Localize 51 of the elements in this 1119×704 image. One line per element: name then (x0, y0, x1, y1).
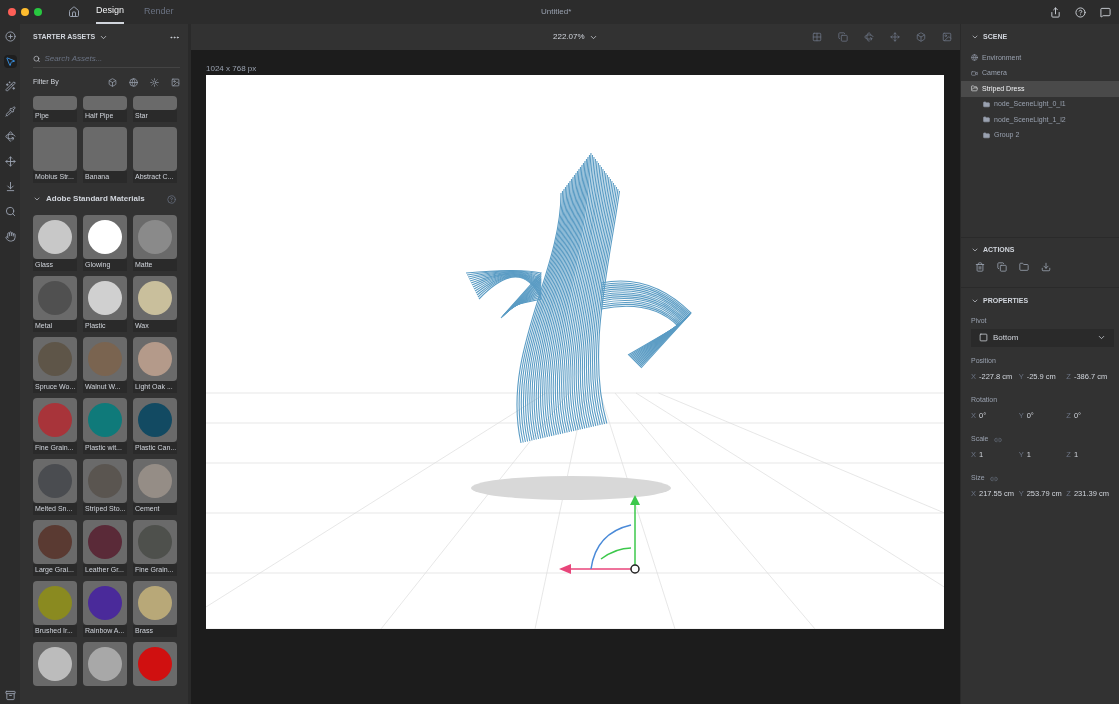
select-tool-icon[interactable] (3, 55, 17, 68)
trash-icon[interactable] (975, 262, 985, 272)
grid-icon[interactable] (812, 32, 822, 42)
folder-icon (983, 100, 990, 108)
chevron-icon[interactable] (33, 195, 41, 203)
search-icon (33, 54, 41, 63)
material-swatch[interactable] (33, 127, 77, 171)
home-icon[interactable] (68, 6, 80, 18)
orbit-tool-icon[interactable] (3, 130, 17, 143)
eyedropper-tool-icon[interactable] (3, 105, 17, 118)
chevron-icon[interactable] (971, 246, 979, 254)
search-icon[interactable] (3, 205, 17, 218)
sun-icon[interactable] (150, 77, 159, 87)
window-title: Untitled* (541, 6, 572, 18)
cube-icon[interactable] (108, 77, 117, 87)
material-swatch[interactable] (133, 96, 177, 110)
image-icon[interactable] (171, 77, 180, 87)
material-swatch[interactable] (83, 96, 127, 110)
camera-icon (971, 69, 978, 77)
duplicate-icon[interactable] (997, 262, 1007, 272)
add-tool-icon[interactable] (3, 30, 17, 43)
link-icon[interactable] (989, 474, 998, 483)
image-icon[interactable] (942, 32, 952, 42)
zoom-dropdown[interactable]: 222.07% (553, 31, 598, 43)
link-icon[interactable] (993, 435, 1002, 444)
folder-icon (983, 116, 990, 124)
chat-icon[interactable] (1100, 6, 1111, 18)
canvas-size-label: 1024 x 768 px (206, 64, 258, 75)
chevron-icon[interactable] (971, 297, 979, 305)
hand-tool-icon[interactable] (3, 230, 17, 243)
copy-icon[interactable] (838, 32, 848, 42)
rotate-icon[interactable] (864, 32, 874, 42)
section-title[interactable]: Adobe Standard Materials (46, 193, 145, 205)
chevron-icon[interactable] (971, 33, 979, 41)
square-icon (979, 333, 988, 342)
material-swatch[interactable] (33, 96, 77, 110)
cube-icon[interactable] (916, 32, 926, 42)
download-icon[interactable] (1041, 262, 1051, 272)
globe-icon[interactable] (129, 77, 138, 87)
material-swatch[interactable] (83, 127, 127, 171)
archive-icon[interactable] (4, 690, 16, 701)
move-icon[interactable] (890, 32, 900, 42)
caret-icon (1097, 333, 1106, 342)
pivot-dropdown[interactable]: Bottom (971, 328, 1114, 347)
folder-icon (983, 131, 990, 139)
wand-tool-icon[interactable] (3, 80, 17, 93)
move-tool-icon[interactable] (3, 155, 17, 168)
material-swatch[interactable] (133, 127, 177, 171)
search-field[interactable]: Search Assets... (44, 52, 180, 65)
share-icon[interactable] (1050, 6, 1061, 18)
folder-icon[interactable] (1019, 262, 1029, 272)
